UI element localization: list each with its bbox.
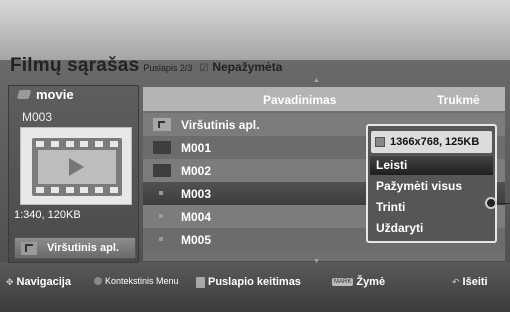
footer-page-change: Puslapio keitimas [196, 276, 301, 288]
up-folder-icon [153, 118, 171, 131]
list-item-label: Viršutinis apl. [181, 118, 260, 132]
image-info-icon [375, 137, 385, 147]
exit-icon: ↶ [452, 276, 460, 287]
file-icon [159, 191, 163, 195]
footer-exit-label: Išeiti [462, 276, 488, 288]
context-menu-info: 1366x768, 125KB [371, 131, 492, 153]
filter-label: Nepažymėta [212, 60, 283, 74]
movie-icon [16, 90, 32, 99]
callout-marker [485, 197, 497, 209]
context-menu: 1366x768, 125KB Leisti Pažymėti visus Tr… [366, 124, 497, 243]
category-label: movie [36, 87, 74, 102]
play-icon [69, 158, 84, 176]
footer-context-menu: Kontekstinis Menu [94, 276, 179, 286]
up-folder-icon [21, 241, 37, 255]
menu-item-delete[interactable]: Trinti [370, 198, 493, 217]
footer-mark: MARK Žymė [332, 276, 385, 288]
enter-button-icon [94, 277, 102, 285]
up-folder-button-label: Viršutinis apl. [47, 242, 119, 254]
footer-exit: ↶ Išeiti [452, 276, 488, 288]
folder-icon [153, 141, 171, 154]
list-header: Pavadinimas Trukmė [143, 87, 505, 111]
context-menu-info-text: 1366x768, 125KB [390, 136, 480, 148]
checkbox-icon: ☑ [199, 63, 209, 74]
callout-line [497, 203, 510, 204]
preview-file-name: M003 [22, 110, 53, 124]
preview-thumbnail [20, 127, 132, 205]
film-strip-icon [32, 138, 122, 196]
list-item-label: M004 [181, 210, 212, 224]
list-item-label: M003 [181, 187, 212, 201]
file-icon [159, 214, 163, 218]
column-duration-header[interactable]: Trukmė [437, 93, 480, 107]
folder-icon [153, 164, 171, 177]
column-name-header[interactable]: Pavadinimas [263, 93, 336, 107]
top-background [0, 0, 510, 60]
list-item-label: M005 [181, 233, 212, 247]
up-folder-button[interactable]: Viršutinis apl. [14, 237, 136, 259]
page-indicator: Puslapis 2/3 [143, 63, 193, 73]
menu-item-mark-all[interactable]: Pažymėti visus [370, 177, 493, 196]
list-item-label: M002 [181, 164, 212, 178]
navigation-icon: ✥ [6, 276, 14, 287]
file-icon [159, 237, 163, 241]
preview-file-info: 1:340, 120KB [14, 209, 81, 221]
menu-item-close[interactable]: Uždaryti [370, 219, 493, 238]
page-button-icon [196, 276, 205, 288]
page-title: Filmų sąrašas [10, 55, 140, 76]
title-bar: Filmų sąrašas Puslapis 2/3 ☑ Nepažymėta [10, 55, 282, 85]
footer-navigation-label: Navigacija [16, 276, 71, 288]
scroll-up-icon[interactable]: ▲ [313, 77, 320, 84]
footer-navigation: ✥ Navigacija [6, 276, 71, 288]
category-header: movie [8, 87, 139, 102]
menu-item-play[interactable]: Leisti [370, 156, 493, 175]
scroll-down-icon[interactable]: ▼ [313, 258, 320, 265]
list-item-label: M001 [181, 141, 212, 155]
footer-mark-label: Žymė [356, 276, 386, 288]
mark-button-icon: MARK [332, 278, 354, 286]
footer-bar: ✥ Navigacija Kontekstinis Menu Puslapio … [0, 268, 510, 298]
footer-page-change-label: Puslapio keitimas [208, 276, 301, 288]
footer-context-menu-label: Kontekstinis Menu [105, 276, 179, 286]
